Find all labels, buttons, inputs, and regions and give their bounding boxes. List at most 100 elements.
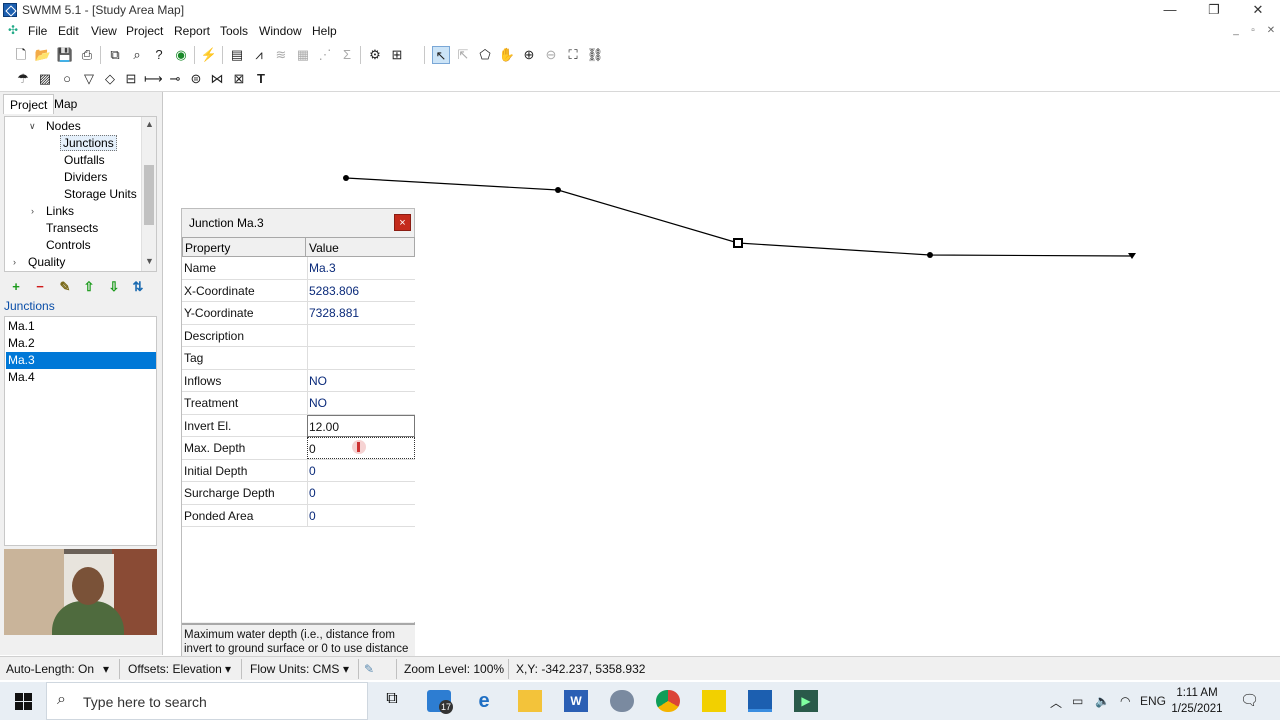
- sticky-notes-icon[interactable]: [702, 690, 726, 712]
- scroll-down-icon[interactable]: ▼: [142, 256, 156, 266]
- zoom-out-icon[interactable]: ⊖: [542, 46, 560, 64]
- minimize-button[interactable]: —: [1148, 0, 1192, 20]
- chevron-right-icon[interactable]: ›: [31, 203, 41, 220]
- mdi-restore-button[interactable]: ▫: [1246, 25, 1260, 37]
- table-row[interactable]: Treatment NO: [182, 392, 415, 415]
- globe-app-icon[interactable]: [610, 690, 634, 712]
- table-row[interactable]: Y-Coordinate 7328.881: [182, 302, 415, 325]
- menu-file[interactable]: File: [28, 24, 47, 38]
- tree-item-dividers[interactable]: Dividers: [64, 169, 107, 186]
- menu-edit[interactable]: Edit: [58, 24, 79, 38]
- open-folder-icon[interactable]: 📂: [34, 46, 52, 64]
- mail-icon[interactable]: 17: [427, 690, 453, 714]
- table-row[interactable]: Surcharge Depth 0: [182, 482, 415, 505]
- move-down-icon[interactable]: ⇩: [106, 279, 122, 295]
- chevron-up-icon[interactable]: ︿: [1050, 694, 1062, 711]
- list-item[interactable]: Ma.2: [6, 335, 156, 352]
- menu-project[interactable]: Project: [126, 24, 163, 38]
- table-icon[interactable]: ▦: [294, 46, 312, 64]
- language-indicator[interactable]: ENG: [1140, 694, 1166, 708]
- swmm-taskbar-icon[interactable]: [748, 690, 772, 712]
- close-window-button[interactable]: ✕: [1236, 0, 1280, 20]
- list-item[interactable]: Ma.4: [6, 369, 156, 386]
- pan-hand-icon[interactable]: ✋: [498, 46, 516, 64]
- copy-icon[interactable]: ⧉: [106, 46, 124, 64]
- orifice-icon[interactable]: ⊜: [187, 70, 205, 88]
- outfall-icon[interactable]: ▽: [80, 70, 98, 88]
- graph-icon[interactable]: ⩘: [250, 46, 268, 64]
- tree-item-storage-units[interactable]: Storage Units: [64, 186, 137, 203]
- add-object-icon[interactable]: +: [8, 279, 24, 295]
- arrange-windows-icon[interactable]: ⊞: [388, 46, 406, 64]
- taskbar-clock[interactable]: 1:11 AM 1/25/2021: [1165, 685, 1229, 717]
- windows-start-icon[interactable]: [0, 682, 46, 720]
- chevron-down-icon[interactable]: ▾: [225, 662, 231, 676]
- divider-icon[interactable]: ◇: [101, 70, 119, 88]
- table-row[interactable]: X-Coordinate 5283.806: [182, 279, 415, 302]
- list-item[interactable]: Ma.1: [6, 318, 156, 335]
- task-view-icon[interactable]: ⧉: [380, 690, 404, 712]
- new-file-icon[interactable]: 🗋: [12, 46, 30, 64]
- query-icon[interactable]: ?: [150, 46, 168, 64]
- notification-icon[interactable]: 🗨: [1240, 691, 1259, 709]
- save-icon[interactable]: 💾: [56, 46, 74, 64]
- select-vertex-icon[interactable]: ⇱: [454, 46, 472, 64]
- profile-plot-icon[interactable]: ≋: [272, 46, 290, 64]
- table-row[interactable]: Max. Depth 0: [182, 437, 415, 460]
- statistics-icon[interactable]: Σ: [338, 46, 356, 64]
- mdi-child-icon[interactable]: ✣: [8, 24, 20, 36]
- list-item-selected[interactable]: Ma.3: [6, 352, 156, 369]
- measure-icon[interactable]: ⛓: [586, 46, 604, 64]
- chevron-down-icon[interactable]: ▾: [343, 662, 349, 676]
- options-icon[interactable]: ⚙: [366, 46, 384, 64]
- zoom-in-icon[interactable]: ⊕: [520, 46, 538, 64]
- chevron-right-icon[interactable]: ›: [13, 254, 23, 271]
- junction-icon[interactable]: ○: [58, 70, 76, 88]
- subcatchment-icon[interactable]: ▨: [36, 70, 54, 88]
- volume-icon[interactable]: 🔈: [1095, 694, 1110, 708]
- scatter-plot-icon[interactable]: ⋰: [316, 46, 334, 64]
- storage-unit-icon[interactable]: ⊟: [122, 70, 140, 88]
- taskbar-search-input[interactable]: ⌕ Type here to search: [46, 682, 368, 720]
- edit-object-icon[interactable]: ✎: [57, 279, 73, 295]
- tab-project[interactable]: Project: [3, 94, 55, 114]
- table-row[interactable]: Initial Depth 0: [182, 459, 415, 482]
- run-simulation-icon[interactable]: ⚡: [200, 46, 218, 64]
- table-row[interactable]: Tag: [182, 347, 415, 370]
- select-region-icon[interactable]: ⬠: [476, 46, 494, 64]
- battery-icon[interactable]: ▭: [1072, 694, 1083, 708]
- tree-scrollbar[interactable]: ▲ ▼: [141, 117, 156, 271]
- pump-icon[interactable]: ⊸: [166, 70, 184, 88]
- conduit-icon[interactable]: ⟼: [144, 70, 163, 88]
- delete-object-icon[interactable]: −: [32, 279, 48, 295]
- recorder-icon[interactable]: ▶: [794, 690, 818, 712]
- report-icon[interactable]: ▤: [228, 46, 246, 64]
- find-icon[interactable]: ⌕: [128, 46, 146, 64]
- tree-item-transects[interactable]: Transects: [46, 220, 98, 237]
- map-label-icon[interactable]: T: [252, 70, 270, 88]
- menu-report[interactable]: Report: [174, 24, 210, 38]
- mdi-minimize-button[interactable]: _: [1229, 25, 1243, 37]
- print-icon[interactable]: ⎙: [78, 46, 96, 64]
- select-pointer-icon[interactable]: ↖: [432, 46, 450, 64]
- auto-length-status[interactable]: Auto-Length: On: [6, 662, 94, 676]
- tree-item-outfalls[interactable]: Outfalls: [64, 152, 105, 169]
- globe-icon[interactable]: ◉: [172, 46, 190, 64]
- rain-gage-icon[interactable]: ☂: [14, 70, 32, 88]
- scroll-up-icon[interactable]: ▲: [142, 119, 156, 129]
- maximize-button[interactable]: ❐: [1192, 0, 1236, 20]
- menu-view[interactable]: View: [91, 24, 117, 38]
- table-row[interactable]: Invert El. 12.00: [182, 414, 415, 437]
- sort-icon[interactable]: ⇅: [130, 279, 146, 295]
- menu-window[interactable]: Window: [259, 24, 302, 38]
- tab-map[interactable]: Map: [48, 94, 83, 114]
- property-editor-titlebar[interactable]: Junction Ma.3 ×: [182, 209, 414, 236]
- chevron-down-icon[interactable]: ∨: [29, 118, 39, 135]
- menu-tools[interactable]: Tools: [220, 24, 248, 38]
- full-extent-icon[interactable]: ⛶: [564, 46, 582, 64]
- table-row[interactable]: Ponded Area 0: [182, 504, 415, 527]
- chrome-icon[interactable]: [656, 690, 680, 712]
- close-icon[interactable]: ×: [394, 214, 411, 231]
- move-up-icon[interactable]: ⇧: [81, 279, 97, 295]
- chevron-down-icon[interactable]: ▾: [103, 662, 109, 676]
